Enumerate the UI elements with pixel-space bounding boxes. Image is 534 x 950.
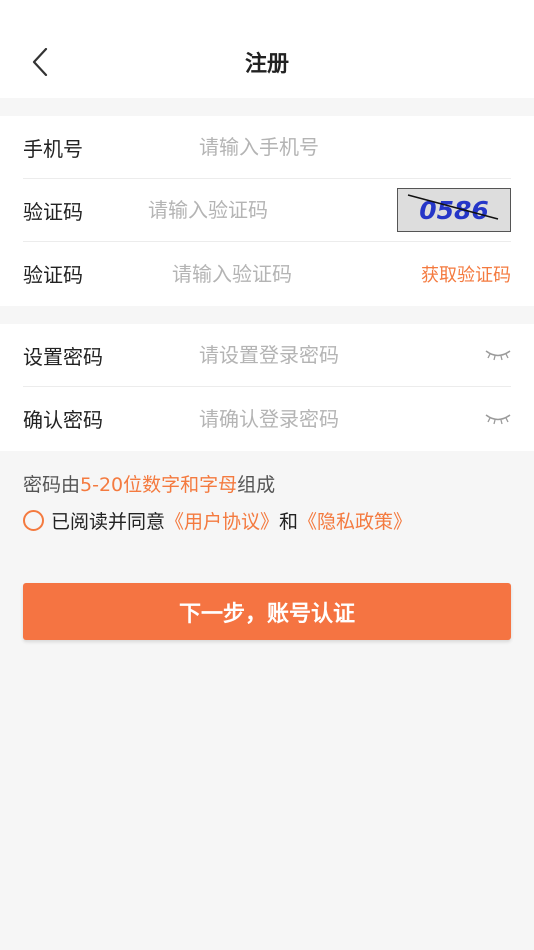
password-hint: 密码由5-20位数字和字母组成 [23, 470, 275, 497]
agreement-and: 和 [279, 510, 299, 533]
sms-code-label: 验证码 [23, 263, 83, 287]
verification-group: 手机号 验证码 0586 验证码 获取验证码 [0, 116, 534, 306]
eye-closed-icon [485, 413, 511, 424]
captcha-image[interactable]: 0586 [397, 188, 511, 232]
password-group: 设置密码 确认密码 [0, 324, 534, 451]
agreement-row: 已阅读并同意 《用户协议》 和 《隐私政策》 [23, 506, 412, 534]
password-row: 设置密码 [23, 324, 511, 387]
confirm-password-label: 确认密码 [23, 408, 103, 432]
confirm-password-row: 确认密码 [23, 387, 511, 450]
phone-row: 手机号 [23, 116, 511, 179]
next-step-button[interactable]: 下一步，账号认证 [23, 583, 511, 640]
privacy-policy-link[interactable]: 《隐私政策》 [298, 507, 412, 534]
register-page: 注册 手机号 验证码 0586 验证码 获取验证码 [0, 0, 534, 950]
image-code-input[interactable] [148, 198, 397, 222]
password-visibility-toggle[interactable] [481, 345, 511, 365]
password-hint-highlight: 5-20位数字和字母 [80, 474, 238, 496]
confirm-password-input[interactable] [199, 406, 481, 431]
password-hint-suffix: 组成 [237, 474, 276, 496]
password-input[interactable] [199, 343, 481, 367]
header: 注册 [0, 0, 534, 98]
image-code-label: 验证码 [23, 199, 83, 224]
phone-label: 手机号 [23, 136, 83, 161]
eye-closed-icon [485, 350, 511, 361]
get-code-button[interactable]: 获取验证码 [421, 261, 511, 287]
agreement-radio[interactable] [23, 509, 44, 531]
image-code-row: 验证码 0586 [23, 179, 511, 242]
agreement-text: 已阅读并同意 [51, 510, 166, 533]
phone-input[interactable] [199, 135, 511, 159]
confirm-password-visibility-toggle[interactable] [481, 409, 511, 429]
password-hint-prefix: 密码由 [23, 474, 81, 496]
sms-code-row: 验证码 获取验证码 [23, 242, 511, 305]
sms-code-input[interactable] [172, 261, 421, 286]
page-title: 注册 [244, 52, 289, 77]
password-label: 设置密码 [23, 344, 103, 369]
user-agreement-link[interactable]: 《用户协议》 [165, 507, 279, 534]
